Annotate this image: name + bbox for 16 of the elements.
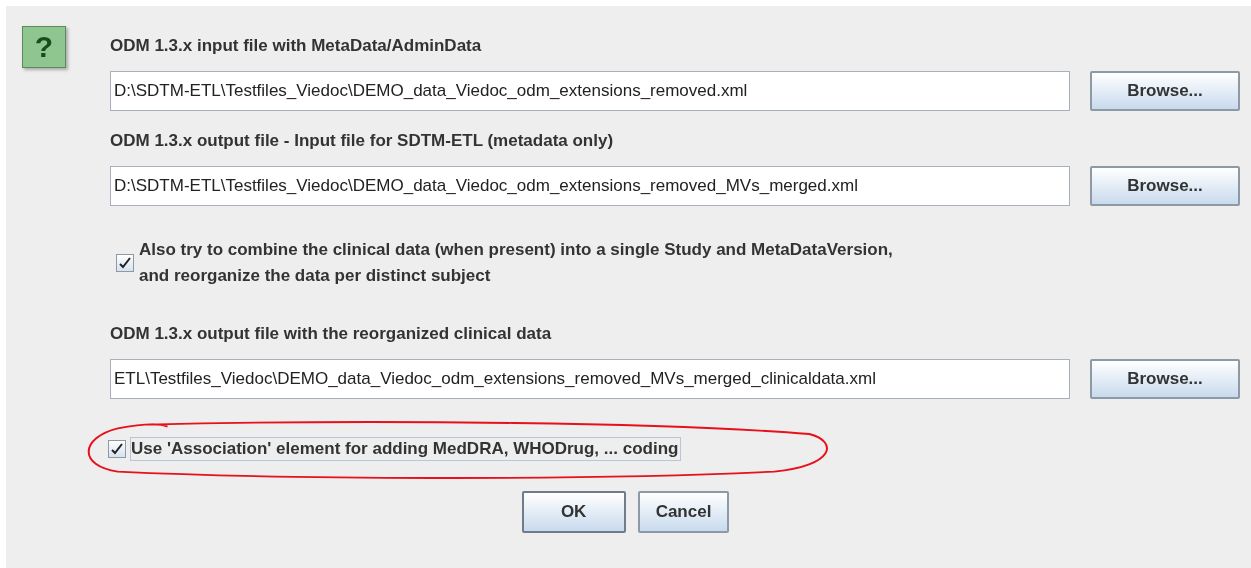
browse-button[interactable]: Browse... [1090, 166, 1240, 206]
field-label: ODM 1.3.x output file - Input file for SDTM-ETL (metadata only) [110, 131, 615, 152]
browse-button[interactable]: Browse... [1090, 359, 1240, 399]
dialog-button[interactable]: Cancel [637, 491, 730, 533]
file-path-field[interactable]: D:\SDTM-ETL\Testfiles_Viedoc\DEMO_data_Viedoc_odm_extensions_removed.xml [110, 71, 1070, 111]
help-icon: ? [22, 26, 66, 68]
field-label: ODM 1.3.x output file with the reorganized clinical data [110, 324, 553, 345]
browse-button[interactable]: Browse... [1090, 71, 1240, 111]
checkbox[interactable] [116, 254, 134, 272]
dialog-button[interactable]: OK [521, 491, 626, 533]
checkbox[interactable] [108, 440, 126, 458]
field-label: ODM 1.3.x input file with MetaData/AdminData [110, 36, 483, 57]
checkbox-label: Also try to combine the clinical data (when present) into a single Study and MetaDataVersion, and reorganize the data per distinct subject [138, 239, 894, 287]
file-path-field[interactable]: D:\SDTM-ETL\Testfiles_Viedoc\DEMO_data_Viedoc_odm_extensions_removed_MVs_merged.xml [110, 166, 1070, 206]
checkbox-label: Use 'Association' element for adding MedDRA, WHODrug, ... coding [130, 437, 682, 461]
file-path-field[interactable]: ETL\Testfiles_Viedoc\DEMO_data_Viedoc_odm_extensions_removed_MVs_merged_clinicaldata.xml [110, 359, 1070, 399]
